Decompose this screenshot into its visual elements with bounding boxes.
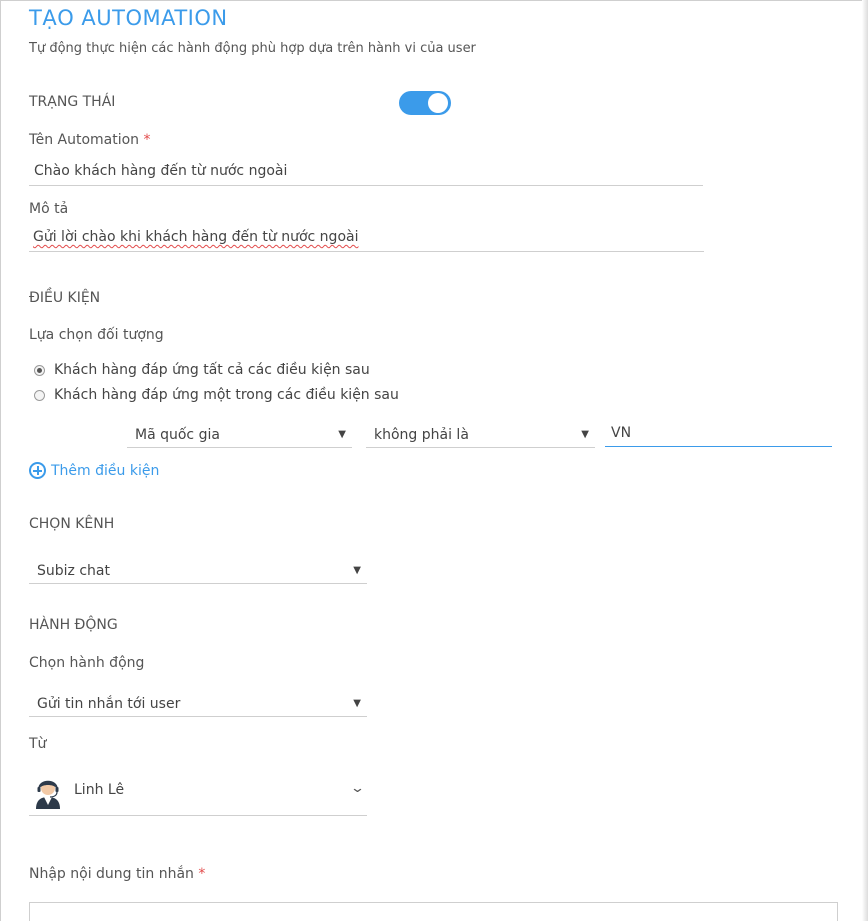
plus-circle-icon <box>29 462 46 479</box>
description-input[interactable]: Gửi lời chào khi khách hàng đến từ nước … <box>29 226 704 252</box>
description-label: Mô tả <box>29 201 69 217</box>
status-toggle[interactable] <box>399 91 451 115</box>
conditions-title: ĐIỀU KIỆN <box>29 290 101 306</box>
condition-operator-value: không phải là <box>374 427 469 443</box>
status-label: TRẠNG THÁI <box>29 94 116 110</box>
chevron-down-icon: ⌄ <box>349 781 366 796</box>
channel-title: CHỌN KÊNH <box>29 516 115 532</box>
caret-down-icon: ▼ <box>353 698 361 709</box>
agent-select[interactable]: Linh Lê ⌄ <box>29 770 367 816</box>
condition-field-select[interactable]: Mã quốc gia ▼ <box>127 422 352 448</box>
message-textarea[interactable] <box>29 902 838 921</box>
action-value: Gửi tin nhắn tới user <box>37 696 181 712</box>
choose-action-label: Chọn hành động <box>29 655 145 671</box>
action-select[interactable]: Gửi tin nhắn tới user ▼ <box>29 691 367 717</box>
name-label: Tên Automation * <box>29 132 151 148</box>
add-condition-label: Thêm điều kiện <box>51 462 160 479</box>
page-title: TẠO AUTOMATION <box>29 6 228 30</box>
agent-avatar-icon <box>36 780 60 809</box>
caret-down-icon: ▼ <box>581 429 589 440</box>
toggle-knob <box>428 93 448 113</box>
add-condition-button[interactable]: Thêm điều kiện <box>29 462 159 479</box>
agent-name: Linh Lê <box>74 782 125 798</box>
radio-any-condition[interactable]: Khách hàng đáp ứng một trong các điều ki… <box>34 387 399 403</box>
radio-all-conditions[interactable]: Khách hàng đáp ứng tất cả các điều kiện … <box>34 362 370 378</box>
condition-field-value: Mã quốc gia <box>135 427 220 443</box>
target-label: Lựa chọn đối tượng <box>29 327 164 343</box>
condition-operator-select[interactable]: không phải là ▼ <box>366 422 595 448</box>
radio-unchecked-icon <box>34 389 45 401</box>
from-label: Từ <box>29 736 47 752</box>
message-label: Nhập nội dung tin nhắn * <box>29 866 206 882</box>
caret-down-icon: ▼ <box>353 565 361 576</box>
condition-value-input[interactable]: VN <box>605 421 832 447</box>
radio-any-label: Khách hàng đáp ứng một trong các điều ki… <box>54 387 399 403</box>
page-subtitle: Tự động thực hiện các hành động phù hợp … <box>29 41 476 56</box>
name-input[interactable]: Chào khách hàng đến từ nước ngoài <box>29 160 703 186</box>
radio-checked-icon <box>34 364 45 376</box>
channel-select[interactable]: Subiz chat ▼ <box>29 558 367 584</box>
caret-down-icon: ▼ <box>338 429 346 440</box>
action-title: HÀNH ĐỘNG <box>29 617 118 633</box>
page-shadow <box>862 0 868 921</box>
channel-value: Subiz chat <box>37 563 110 579</box>
radio-all-label: Khách hàng đáp ứng tất cả các điều kiện … <box>54 362 370 378</box>
